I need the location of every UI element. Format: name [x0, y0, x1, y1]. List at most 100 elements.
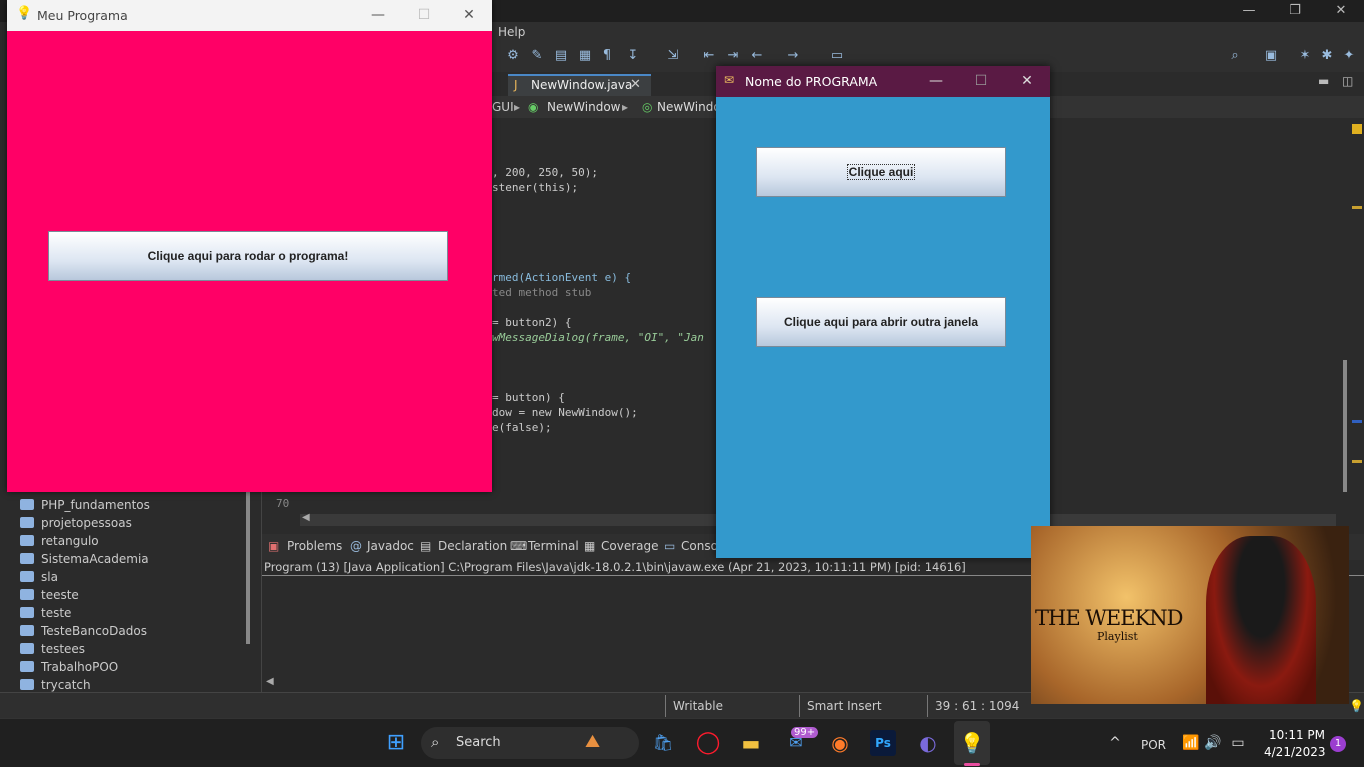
code-line: e(false); — [492, 421, 552, 434]
back-icon[interactable]: ← — [748, 47, 766, 65]
media-title: THE WEEKND — [1035, 606, 1183, 630]
forward-icon[interactable]: → — [784, 47, 802, 65]
file-explorer-icon[interactable]: ▬ — [738, 730, 764, 756]
close-button[interactable]: ✕ — [446, 0, 492, 31]
annotation-icon[interactable]: ↧ — [624, 47, 642, 65]
tab-javadoc[interactable]: Javadoc — [367, 539, 414, 553]
folder-icon — [20, 553, 34, 564]
tab-problems[interactable]: Problems — [287, 539, 342, 553]
maximize-button[interactable]: ☐ — [401, 0, 447, 31]
git-perspective-icon[interactable]: ✦ — [1340, 47, 1358, 65]
highlight-icon[interactable]: ✎ — [528, 47, 546, 65]
window-titlebar[interactable]: ✉ Nome do PROGRAMA — ☐ ✕ — [716, 66, 1050, 97]
terminal-icon: ⌨ — [510, 539, 528, 553]
eclipse-restore-button[interactable]: ❐ — [1272, 0, 1318, 22]
maximize-button[interactable]: ☐ — [958, 66, 1004, 97]
code-line: = button2) { — [492, 316, 572, 329]
media-thumbnail[interactable]: THE WEEKND Playlist — [1031, 526, 1349, 704]
tab-coverage[interactable]: Coverage — [601, 539, 659, 553]
mark-icon[interactable]: ▤ — [552, 47, 570, 65]
lightbulb-icon[interactable]: 💡 — [1349, 699, 1364, 713]
eclipse-menubar: Help — [490, 22, 1364, 42]
marker[interactable] — [1352, 420, 1362, 423]
debug-perspective-icon[interactable]: ✱ — [1318, 47, 1336, 65]
search-icon[interactable]: ⌕ — [1226, 47, 1244, 65]
photoshop-icon[interactable]: Ps — [870, 730, 896, 756]
firefox-icon[interactable]: ◉ — [827, 730, 853, 756]
editor-scrollbar[interactable] — [1343, 360, 1347, 492]
status-divider — [927, 695, 928, 717]
run-program-button[interactable]: Clique aqui para rodar o programa! — [48, 231, 448, 281]
project-item[interactable]: projetopessoas — [20, 516, 132, 534]
project-label: teste — [41, 606, 72, 620]
code-line: wMessageDialog(frame, "OI", "Jan — [492, 331, 704, 344]
scroll-left-icon[interactable]: ◀ — [266, 676, 274, 687]
opera-icon[interactable]: ◯ — [695, 730, 721, 756]
minimize-button[interactable]: — — [355, 0, 401, 31]
maximize-view-icon[interactable]: ◫ — [1342, 74, 1353, 88]
status-cursor-position: 39 : 61 : 1094 — [935, 699, 1020, 713]
breadcrumb-item[interactable]: NewWindow — [547, 100, 621, 114]
window-titlebar[interactable]: 💡 Meu Programa — ☐ ✕ — [7, 0, 492, 31]
minimize-button[interactable]: — — [913, 66, 959, 97]
project-item[interactable]: teeste — [20, 588, 79, 606]
open-icon[interactable]: ▭ — [828, 47, 846, 65]
code-line: = button) { — [492, 391, 565, 404]
code-line: ted method stub — [492, 286, 592, 299]
tab-declaration[interactable]: Declaration — [438, 539, 507, 553]
project-item[interactable]: teste — [20, 606, 71, 624]
battery-icon[interactable]: ▭ — [1225, 730, 1251, 756]
debug-icon[interactable]: ⚙ — [504, 47, 522, 65]
tab-newwindow-java[interactable]: J NewWindow.java ✕ — [508, 74, 651, 96]
tab-console[interactable]: Conso — [681, 539, 718, 553]
eclipse-icon[interactable]: ◐ — [915, 730, 941, 756]
store-icon[interactable]: 🛍 — [650, 730, 676, 756]
project-label: TesteBancoDados — [41, 624, 147, 638]
explorer-scrollbar[interactable] — [246, 490, 250, 644]
clock-time[interactable]: 10:11 PM — [1269, 728, 1325, 742]
prev-edit-icon[interactable]: ⇤ — [700, 47, 718, 65]
clique-aqui-button[interactable]: Clique aqui — [756, 147, 1006, 197]
button-label: Clique aqui — [846, 164, 916, 180]
search-box[interactable]: ⌕ Search ⛰ — [421, 727, 639, 759]
overview-ruler[interactable] — [1350, 118, 1364, 538]
project-item[interactable]: SistemaAcademia — [20, 552, 149, 570]
project-item[interactable]: PHP_fundamentos — [20, 498, 150, 516]
clock-date[interactable]: 4/21/2023 — [1264, 745, 1326, 759]
marker[interactable] — [1352, 206, 1362, 209]
nav-icon[interactable]: ⇲ — [664, 47, 682, 65]
warning-marker[interactable] — [1352, 124, 1362, 134]
close-icon[interactable]: ✕ — [630, 77, 641, 92]
menu-help[interactable]: Help — [498, 25, 525, 39]
pilcrow-icon[interactable]: ¶ — [598, 47, 616, 65]
next-edit-icon[interactable]: ⇥ — [724, 47, 742, 65]
volume-icon[interactable]: 🔊 — [1200, 730, 1226, 756]
project-item[interactable]: sla — [20, 570, 58, 588]
java-perspective-icon[interactable]: ✶ — [1296, 47, 1314, 65]
project-item[interactable]: retangulo — [20, 534, 99, 552]
project-label: TrabalhoPOO — [41, 660, 119, 674]
java-app-icon[interactable]: 💡 — [959, 730, 985, 756]
chevron-up-icon[interactable]: ^ — [1102, 730, 1128, 756]
project-item[interactable]: TesteBancoDados — [20, 624, 147, 642]
block-icon[interactable]: ▦ — [576, 47, 594, 65]
class-icon: ◉ — [528, 100, 539, 114]
notification-badge[interactable]: 1 — [1330, 736, 1346, 752]
perspective-icon[interactable]: ▣ — [1262, 47, 1280, 65]
project-label: SistemaAcademia — [41, 552, 149, 566]
close-button[interactable]: ✕ — [1004, 66, 1050, 97]
eclipse-close-button[interactable]: ✕ — [1318, 0, 1364, 22]
breadcrumb-item[interactable]: GUI — [492, 100, 514, 114]
project-item[interactable]: testees — [20, 642, 85, 660]
eclipse-minimize-button[interactable]: — — [1226, 0, 1272, 22]
language-indicator[interactable]: POR — [1141, 738, 1166, 752]
project-item[interactable]: TrabalhoPOO — [20, 660, 118, 678]
marker[interactable] — [1352, 460, 1362, 463]
scroll-left-icon[interactable]: ◀ — [302, 512, 310, 523]
project-label: retangulo — [41, 534, 99, 548]
declaration-icon: ▤ — [420, 539, 432, 553]
windows-start-icon[interactable]: ⊞ — [383, 730, 409, 756]
open-window-button[interactable]: Clique aqui para abrir outra janela — [756, 297, 1006, 347]
minimize-view-icon[interactable]: ▬ — [1318, 74, 1329, 88]
tab-terminal[interactable]: Terminal — [528, 539, 579, 553]
